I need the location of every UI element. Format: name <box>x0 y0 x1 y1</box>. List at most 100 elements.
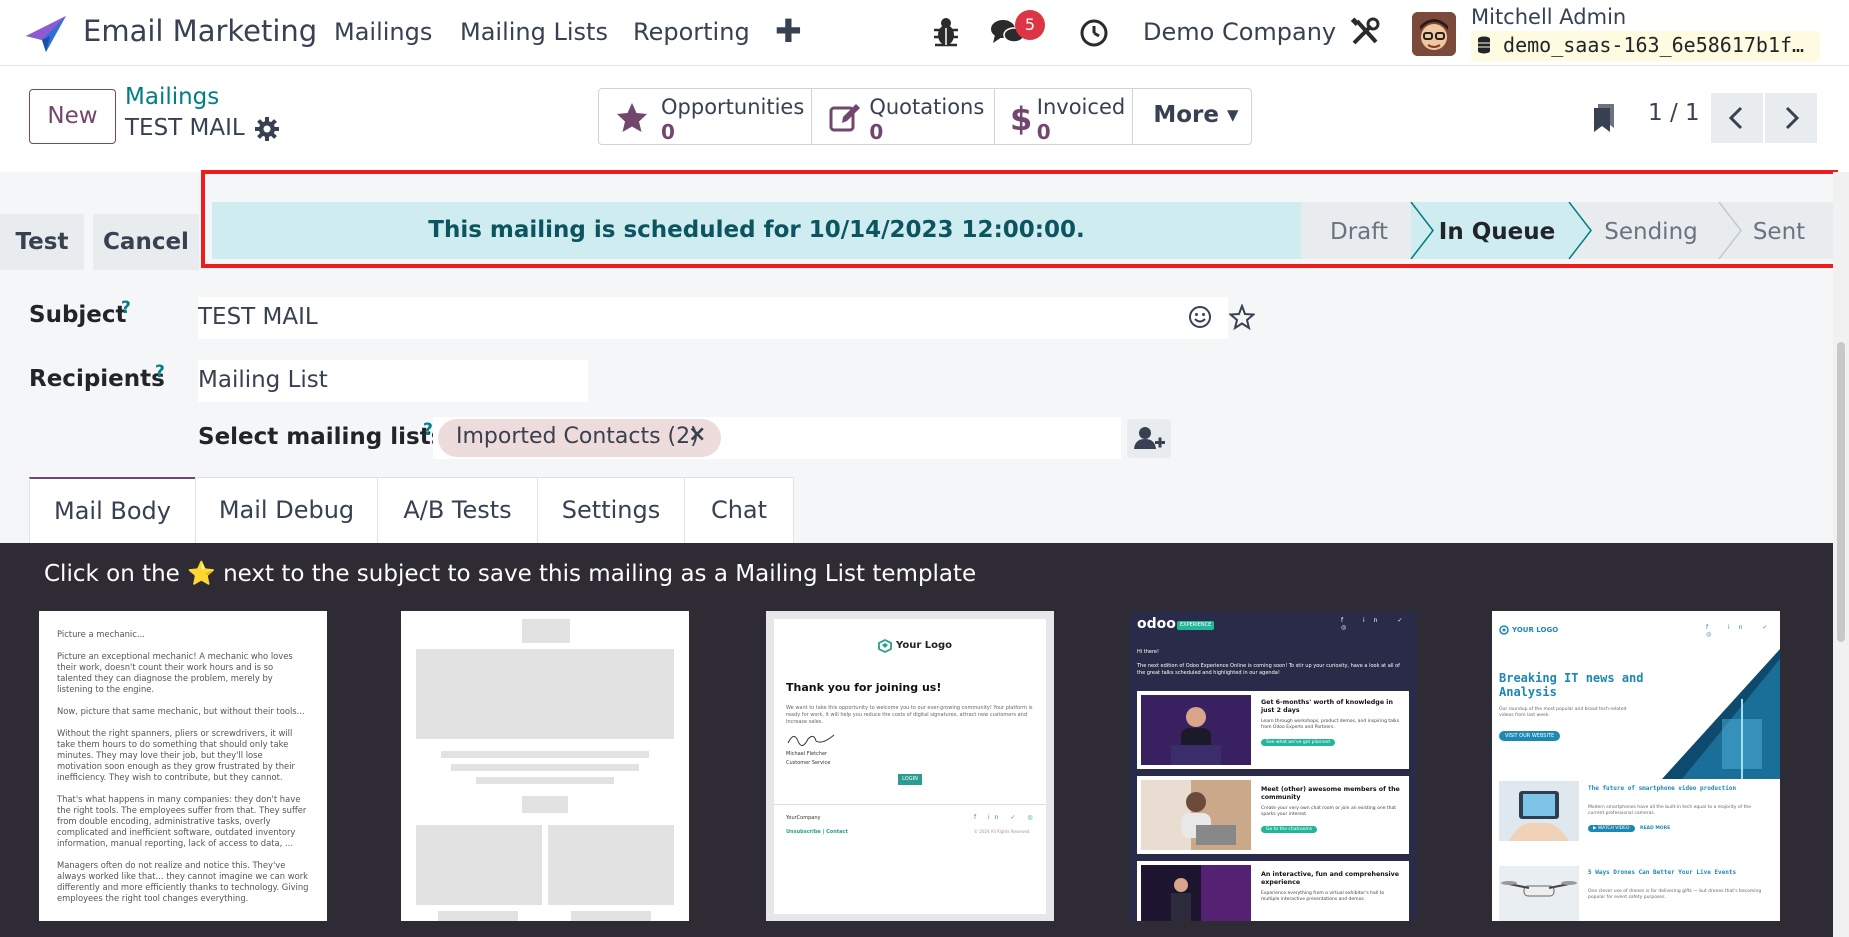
t1-line: Now, picture that same mechanic, but wit… <box>57 706 305 716</box>
server-room-image <box>1662 649 1780 779</box>
user-avatar[interactable] <box>1412 12 1456 56</box>
invoiced-button[interactable]: $ Invoiced 0 <box>995 89 1134 144</box>
t4-intro: The next edition of Odoo Experience Onli… <box>1137 663 1400 676</box>
opportunities-label: Opportunities <box>661 95 805 119</box>
template-wireframe[interactable] <box>401 611 689 921</box>
t5-story1-title: The future of smartphone video productio… <box>1588 785 1737 792</box>
t5-logo: YOUR LOGO <box>1512 626 1559 634</box>
pager-previous-button[interactable] <box>1711 93 1763 143</box>
tab-settings[interactable]: Settings <box>537 477 685 543</box>
menu-mailing-lists[interactable]: Mailing Lists <box>460 18 608 46</box>
subject-help-icon[interactable]: ? <box>121 298 131 318</box>
t5-visit-button: VISIT OUR WEBSITE <box>1499 731 1561 741</box>
mailing-lists-help-icon[interactable]: ? <box>423 420 433 440</box>
wireframe-preview <box>416 619 674 921</box>
page-scrollbar[interactable] <box>1833 172 1849 937</box>
bookmark-icon[interactable] <box>1592 102 1616 134</box>
subject-input[interactable]: TEST MAIL <box>198 297 1228 339</box>
t3-footer-company: YourCompany <box>786 815 821 821</box>
t5-read-more: READ MORE <box>1640 826 1671 831</box>
invoiced-label: Invoiced <box>1036 95 1126 119</box>
quotations-button[interactable]: Quotations 0 <box>812 89 995 144</box>
tag-remove-icon[interactable]: × <box>688 422 706 447</box>
notebook-tabs: Mail Body Mail Debug A/B Tests Settings … <box>29 477 794 543</box>
database-icon <box>1478 36 1490 54</box>
t4-card-text: Experience everything from a virtual exh… <box>1261 891 1385 902</box>
t3-login-button: LOGIN <box>898 774 922 785</box>
t1-line: That's what happens in many companies: t… <box>57 794 307 848</box>
opportunities-button[interactable]: Opportunities 0 <box>599 89 813 144</box>
scrollbar-thumb[interactable] <box>1837 342 1845 642</box>
signature-icon <box>787 734 835 746</box>
t4-card-title: Meet (other) awesome members of the comm… <box>1261 786 1400 801</box>
t4-card: Meet (other) awesome members of the comm… <box>1137 776 1409 854</box>
dollar-icon: $ <box>1010 101 1032 135</box>
record-title: TEST MAIL <box>125 115 245 141</box>
company-switcher[interactable]: Demo Company <box>1143 18 1336 46</box>
tag-imported-contacts: Imported Contacts (2) × <box>438 419 721 457</box>
t5-social-icons: f in ✓ ◎ <box>1706 624 1777 638</box>
new-button[interactable]: New <box>29 89 116 144</box>
tab-mail-body[interactable]: Mail Body <box>29 477 196 543</box>
control-panel: New Mailings TEST MAIL Opportunities 0 Q… <box>0 67 1849 171</box>
plus-menu-icon[interactable]: ✚ <box>775 12 802 50</box>
database-name: demo_saas-163_6e58617b1f… <box>1471 31 1820 61</box>
add-mailing-list-button[interactable] <box>1127 419 1171 458</box>
quotations-count: 0 <box>869 120 884 144</box>
emoji-icon[interactable] <box>1188 305 1212 329</box>
cancel-button[interactable]: Cancel <box>93 214 199 270</box>
add-user-icon <box>1134 427 1165 449</box>
t4-brand: odoo <box>1137 616 1176 632</box>
database-name-text: demo_saas-163_6e58617b1f… <box>1503 33 1805 57</box>
logo-icon <box>1499 625 1509 635</box>
t3-body: We want to take this opportunity to welc… <box>786 705 1033 725</box>
template-welcome[interactable]: Your Logo Thank you for joining us! We w… <box>766 611 1054 921</box>
chat-badge: 5 <box>1015 10 1045 40</box>
recipients-select[interactable]: Mailing List <box>198 360 588 402</box>
menu-reporting[interactable]: Reporting <box>633 18 750 46</box>
bug-icon[interactable] <box>932 16 960 48</box>
app-name[interactable]: Email Marketing <box>83 14 317 48</box>
user-name[interactable]: Mitchell Admin <box>1471 5 1626 29</box>
pager-next-button[interactable] <box>1765 93 1817 143</box>
t4-card-button: See what we've got planned <box>1261 739 1335 746</box>
template-newsletter[interactable]: YOUR LOGO f in ✓ ◎ Breaking IT news and … <box>1492 611 1780 921</box>
recipients-value: Mailing List <box>198 367 328 393</box>
t4-social-icons: f in ✓ ◎ <box>1341 617 1412 631</box>
clock-icon[interactable] <box>1079 18 1109 48</box>
laptop-user-image <box>1141 780 1251 850</box>
template-event[interactable]: odoo EXPERIENCE f in ✓ ◎ Hi there! The n… <box>1129 611 1417 921</box>
email-marketing-logo-icon[interactable] <box>24 14 68 54</box>
t4-brand-tag: EXPERIENCE <box>1177 621 1215 630</box>
t1-line: Picture an exceptional mechanic! A mecha… <box>57 651 293 694</box>
recipients-label: Recipients <box>29 366 165 392</box>
tab-mail-debug[interactable]: Mail Debug <box>195 477 378 543</box>
breadcrumb-mailings[interactable]: Mailings <box>125 84 219 110</box>
drone-image <box>1499 866 1579 921</box>
tab-chat[interactable]: Chat <box>684 477 794 543</box>
t4-card-button: Go to the chatrooms <box>1261 826 1318 833</box>
t4-card-title: Get 6-months' worth of knowledge in just… <box>1261 699 1393 714</box>
t4-card: Get 6-months' worth of knowledge in just… <box>1137 691 1409 769</box>
t1-line: Without the right spanners, pliers or sc… <box>57 728 295 782</box>
t3-footer-links: Unsubscribe | Contact <box>786 829 848 835</box>
star-outline-icon[interactable] <box>1229 304 1255 330</box>
t3-signer-role: Customer Service <box>786 760 831 766</box>
test-button[interactable]: Test <box>0 214 84 270</box>
tag-label: Imported Contacts (2) <box>456 424 699 449</box>
menu-mailings[interactable]: Mailings <box>334 18 432 46</box>
tab-ab-tests[interactable]: A/B Tests <box>377 477 538 543</box>
opportunities-count: 0 <box>661 120 675 144</box>
more-dropdown[interactable]: More ▾ <box>1133 89 1251 144</box>
gear-icon[interactable] <box>255 117 279 141</box>
t1-line: Managers often do not realize and notice… <box>57 860 309 903</box>
pager-value[interactable]: 1 / 1 <box>1648 100 1700 126</box>
top-navbar: Email Marketing Mailings Mailing Lists R… <box>0 0 1849 66</box>
t3-social-icons: f in ✓ ◎ <box>974 814 1038 821</box>
quotations-label: Quotations <box>869 95 985 119</box>
recipients-help-icon[interactable]: ? <box>155 362 165 382</box>
template-plain-text[interactable]: Picture a mechanic... Picture an excepti… <box>39 611 327 921</box>
chevron-left-icon <box>1728 106 1743 130</box>
tools-icon[interactable] <box>1349 16 1381 48</box>
t3-heading: Thank you for joining us! <box>786 681 942 694</box>
